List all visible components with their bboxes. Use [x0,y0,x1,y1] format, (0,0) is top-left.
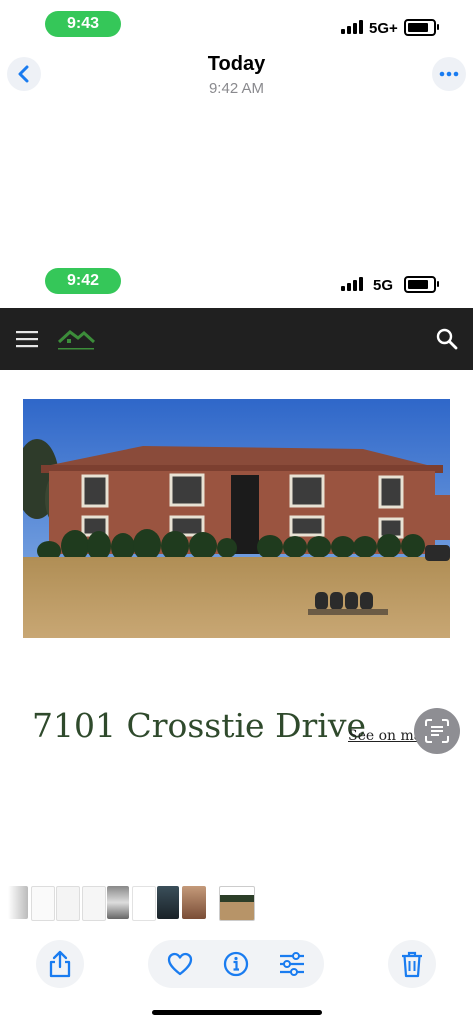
see-on-map-link[interactable]: See on map [348,728,422,744]
sliders-icon [280,952,304,976]
heart-icon [167,952,193,976]
more-button[interactable] [432,57,466,91]
thumbnail[interactable] [31,886,55,921]
page-title: Today [207,53,266,75]
info-icon [223,951,249,977]
house-logo-icon[interactable] [56,326,96,352]
adjust-button[interactable] [278,950,306,978]
thumbnail[interactable] [8,886,28,919]
live-text-icon [425,719,449,743]
share-button[interactable] [36,940,84,988]
thumbnail[interactable] [56,886,80,921]
signal-icon [341,20,363,34]
battery-icon [404,19,439,36]
network-label: 5G+ [369,20,398,37]
thumbnail[interactable] [107,886,129,919]
photo-actions-group [148,940,324,988]
listing-title: 7101 Crosstie Drive [32,706,367,745]
thumbnail[interactable] [82,886,106,921]
embedded-battery-icon [404,276,439,293]
site-navbar [0,308,473,370]
status-time: 9:43 [45,11,121,37]
hamburger-menu-icon[interactable] [16,330,38,348]
live-text-button[interactable] [414,708,460,754]
page-subtitle: 9:42 AM [208,80,265,97]
info-button[interactable] [222,950,250,978]
share-icon [49,950,71,978]
trash-icon [402,951,422,978]
delete-button[interactable] [388,940,436,988]
embedded-signal-icon [341,277,363,291]
thumbnail[interactable] [132,886,156,921]
home-indicator [152,1010,322,1015]
embedded-network-label: 5G [373,277,394,294]
favorite-button[interactable] [166,950,194,978]
property-photo [23,399,450,638]
search-icon[interactable] [436,328,458,350]
embedded-status-time: 9:42 [45,268,121,294]
thumbnail[interactable] [157,886,179,919]
thumbnail-selected[interactable] [219,886,255,921]
ellipsis-icon [439,71,459,77]
thumbnail[interactable] [182,886,206,919]
